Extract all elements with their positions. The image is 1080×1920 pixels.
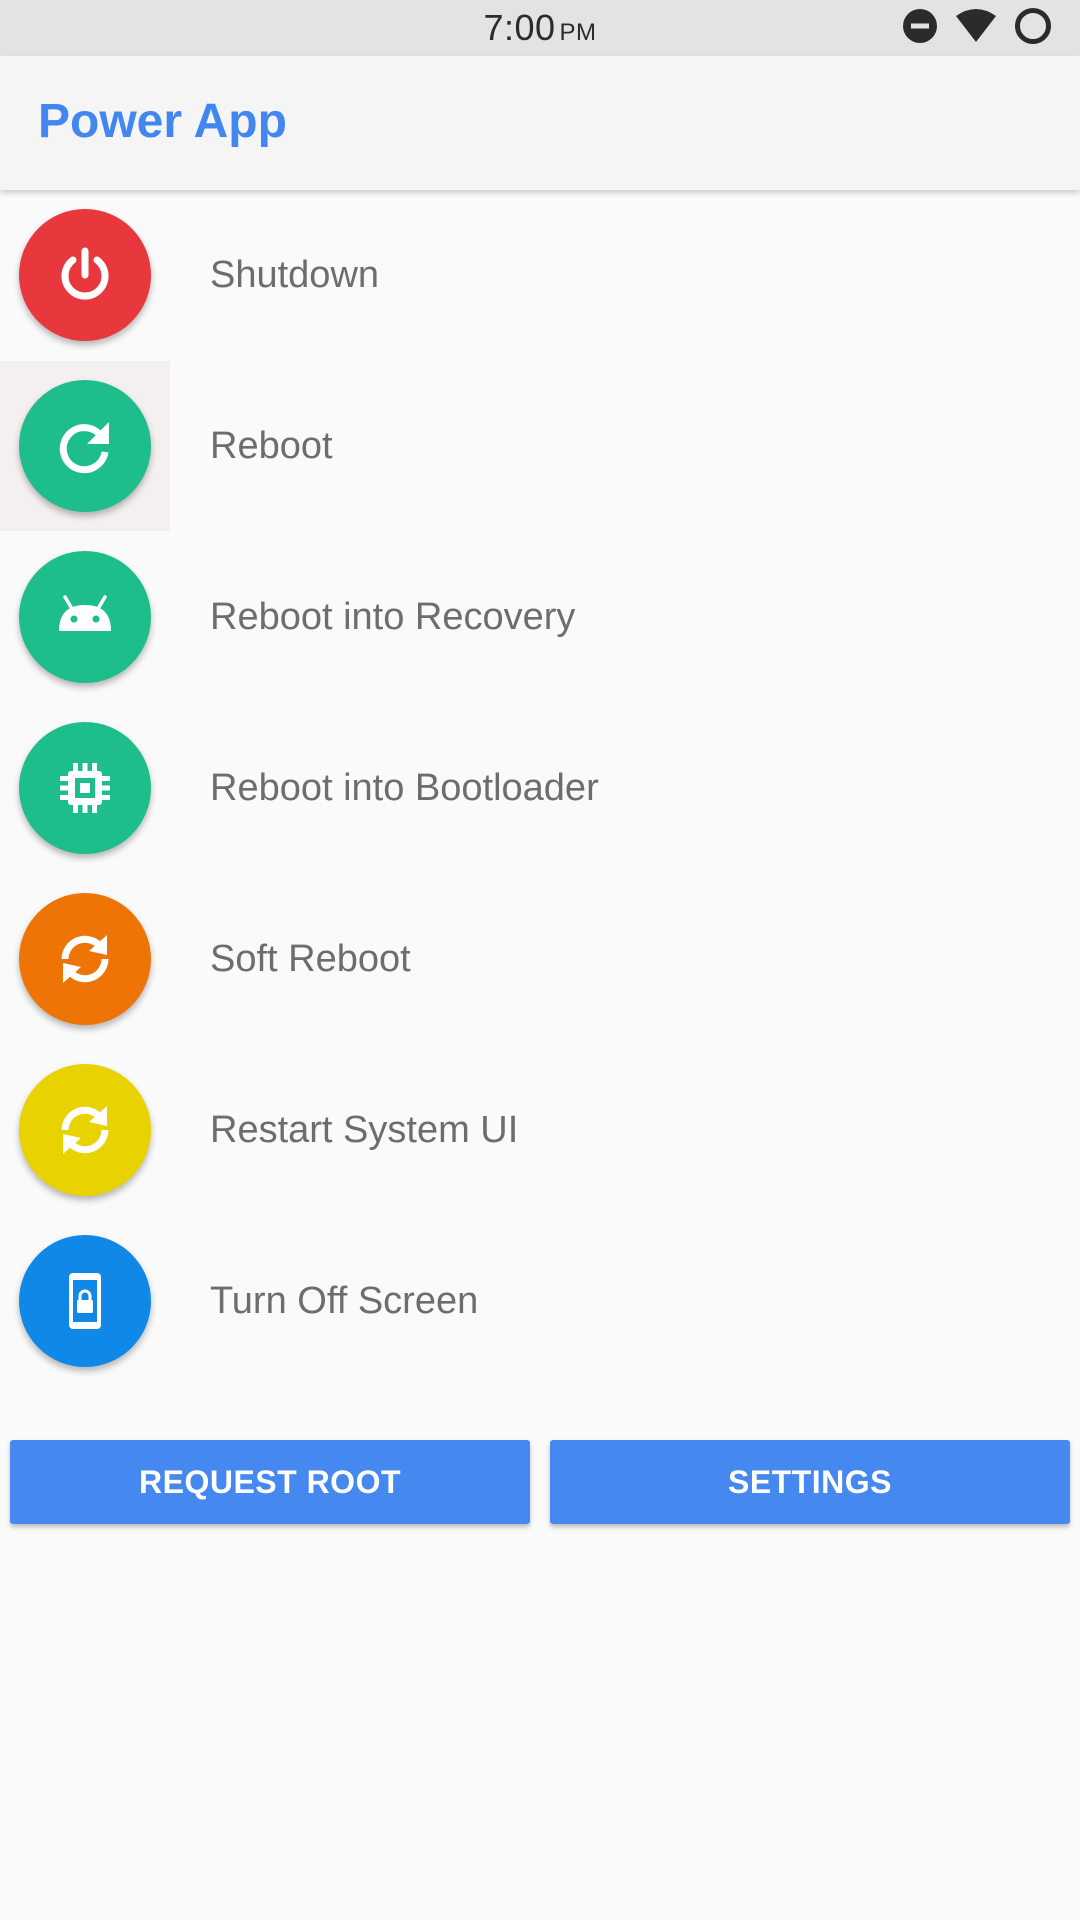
app-title: Power App [38, 95, 287, 148]
action-turn-off-screen[interactable]: Turn Off Screen [0, 1216, 1080, 1386]
status-bar: 7:00 PM [0, 0, 1080, 56]
sync-icon [53, 927, 117, 991]
action-label-reboot: Reboot [210, 425, 333, 467]
wifi-icon [954, 8, 998, 49]
status-time: 7:00 [483, 7, 556, 48]
sync-icon [53, 1098, 117, 1162]
battery-ring-icon [1014, 7, 1052, 50]
action-shutdown-circle[interactable] [19, 209, 151, 341]
android-icon [53, 585, 117, 649]
settings-button[interactable]: SETTINGS [550, 1440, 1070, 1524]
action-restart-systemui[interactable]: Restart System UI [0, 1045, 1080, 1215]
action-systemui-circle[interactable] [19, 1064, 151, 1196]
request-root-button[interactable]: REQUEST ROOT [10, 1440, 530, 1524]
action-reboot-bootloader[interactable]: Reboot into Bootloader [0, 703, 1080, 873]
action-recovery-circle[interactable] [19, 551, 151, 683]
action-label-recovery: Reboot into Recovery [210, 596, 576, 638]
action-label-soft-reboot: Soft Reboot [210, 938, 411, 980]
action-reboot[interactable]: Reboot [0, 361, 1080, 531]
action-shutdown[interactable]: Shutdown [0, 190, 1080, 360]
action-bootloader-circle[interactable] [19, 722, 151, 854]
status-ampm: PM [559, 19, 597, 46]
reboot-icon [53, 414, 117, 478]
status-icons [902, 7, 1052, 50]
power-icon [53, 243, 117, 307]
action-soft-reboot[interactable]: Soft Reboot [0, 874, 1080, 1044]
action-soft-reboot-circle[interactable] [19, 893, 151, 1025]
action-screen-off-circle[interactable] [19, 1235, 151, 1367]
app-bar: Power App [0, 56, 1080, 190]
action-label-systemui: Restart System UI [210, 1109, 519, 1151]
action-label-shutdown: Shutdown [210, 254, 380, 296]
action-label-screen-off: Turn Off Screen [210, 1280, 479, 1322]
do-not-disturb-icon [902, 8, 938, 49]
action-reboot-circle[interactable] [19, 380, 151, 512]
phone-lock-icon [53, 1269, 117, 1333]
action-label-bootloader: Reboot into Bootloader [210, 767, 599, 809]
chip-icon [53, 756, 117, 820]
action-reboot-recovery[interactable]: Reboot into Recovery [0, 532, 1080, 702]
